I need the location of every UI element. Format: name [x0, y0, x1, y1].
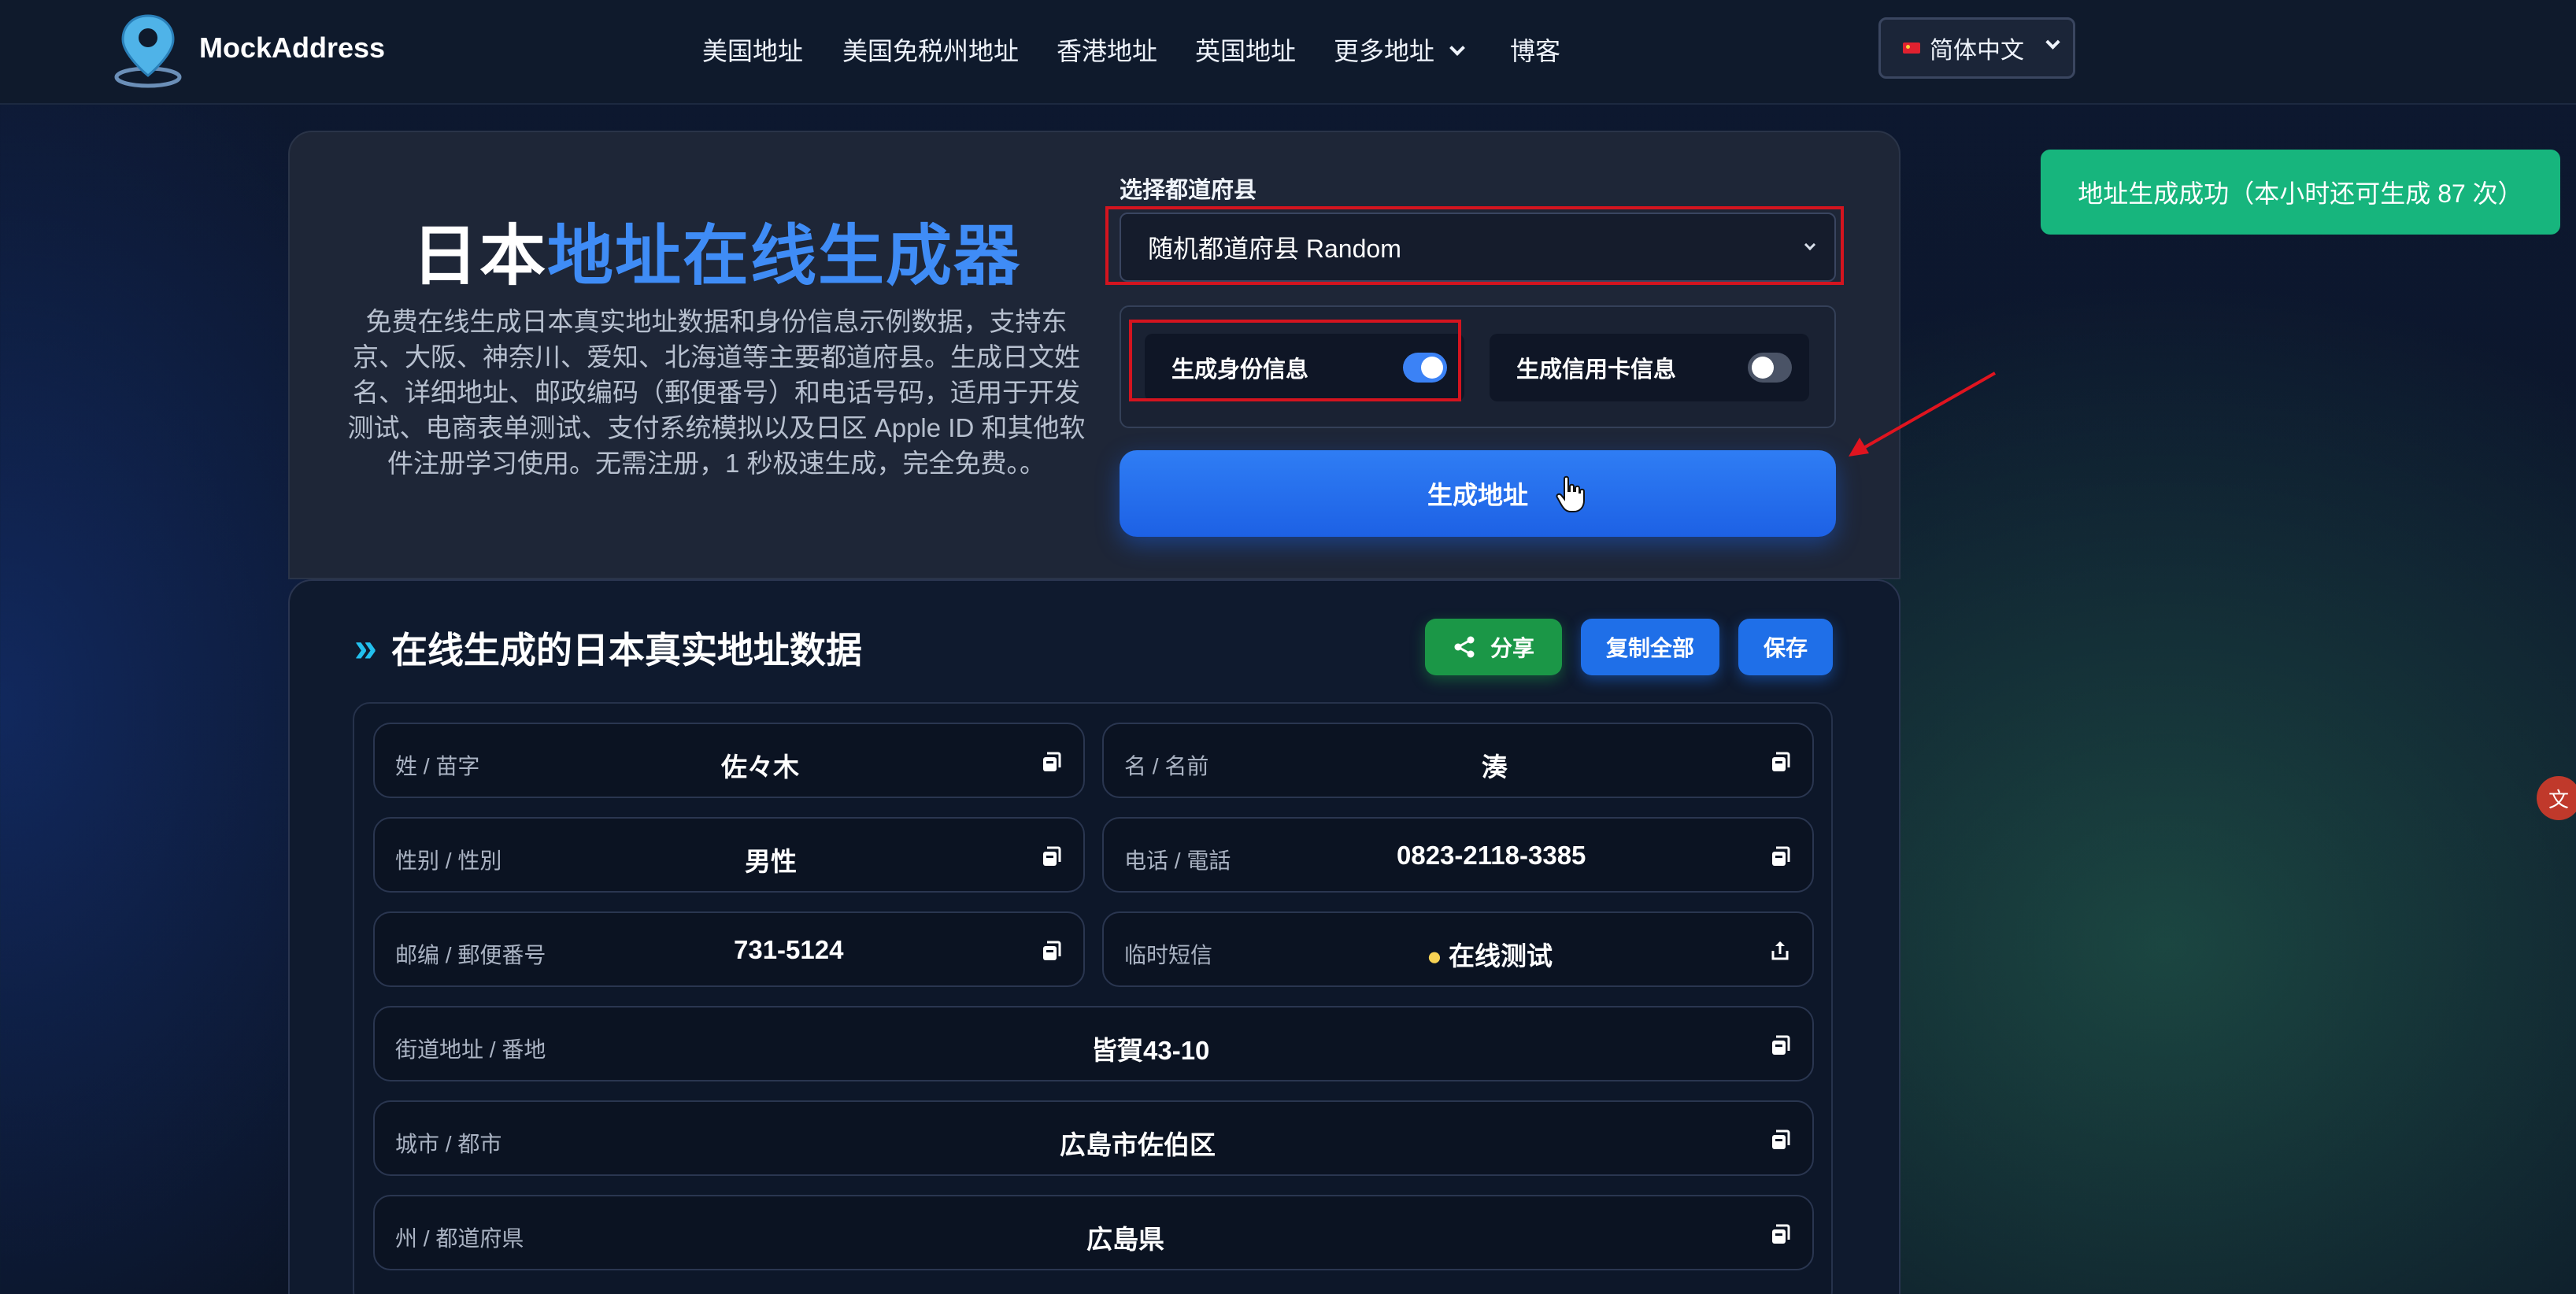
nav-link-blog[interactable]: 博客 — [1510, 31, 1560, 68]
field-street-address: 街道地址 / 番地 皆賀43-10 — [373, 1006, 1814, 1081]
brand-name[interactable]: MockAddress — [199, 31, 385, 65]
field-label: 临时短信 — [1124, 943, 1213, 967]
results-title: 在线生成的日本真实地址数据 — [390, 630, 862, 671]
temp-sms-link[interactable]: ● 在线测试 — [1427, 935, 1553, 973]
field-given-name: 名 / 名前 湊 — [1102, 723, 1814, 798]
field-value[interactable]: 皆賀43-10 — [1091, 1030, 1209, 1067]
prefecture-select-label: 选择都道府县 — [1120, 178, 1257, 203]
options-panel: 生成身份信息 生成信用卡信息 — [1120, 305, 1836, 428]
prefecture-select[interactable]: 随机都道府县 Random — [1120, 213, 1836, 282]
copy-icon[interactable] — [1041, 751, 1061, 773]
field-value: 在线测试 — [1448, 941, 1553, 970]
field-value[interactable]: 湊 — [1482, 746, 1508, 784]
switch-knob — [1421, 357, 1443, 379]
translate-extension-icon[interactable]: 文 — [2537, 776, 2576, 820]
field-value[interactable]: 佐々木 — [721, 746, 799, 784]
copy-icon[interactable] — [1770, 751, 1790, 773]
share-button[interactable]: 分享 — [1425, 619, 1562, 675]
language-label: 简体中文 — [1930, 38, 2024, 64]
field-label: 街道地址 / 番地 — [395, 1037, 546, 1062]
nav-more-label: 更多地址 — [1334, 37, 1435, 65]
title-part-japan: 日本 — [411, 219, 547, 293]
share-icon — [1454, 636, 1475, 658]
page-title: 日本地址在线生成器 — [288, 203, 1145, 298]
field-surname: 姓 / 苗字 佐々木 — [373, 723, 1085, 798]
field-label: 电话 / 電話 — [1124, 848, 1231, 873]
field-city: 城市 / 都市 広島市佐伯区 — [373, 1100, 1814, 1176]
results-heading: » 在线生成的日本真实地址数据 — [354, 622, 862, 674]
copy-icon[interactable] — [1041, 940, 1061, 962]
address-fields-panel: 姓 / 苗字 佐々木 名 / 名前 湊 性别 / 性別 男性 电话 / 電話 0… — [353, 702, 1833, 1294]
field-label: 名 / 名前 — [1124, 754, 1209, 778]
toggle-credit-card-info[interactable]: 生成信用卡信息 — [1490, 334, 1809, 401]
field-label: 州 / 都道府県 — [395, 1226, 524, 1251]
copy-icon[interactable] — [1770, 845, 1790, 867]
chevron-down-icon — [2045, 34, 2060, 50]
nav-link-us-taxfree-address[interactable]: 美国免税州地址 — [842, 31, 1019, 68]
field-phone: 电话 / 電話 0823-2118-3385 — [1102, 817, 1814, 893]
nav-link-us-address[interactable]: 美国地址 — [702, 31, 803, 68]
field-postal-code: 邮编 / 郵便番号 731-5124 — [373, 911, 1085, 987]
toggle-identity-label: 生成身份信息 — [1171, 357, 1309, 383]
toggle-identity-info[interactable]: 生成身份信息 — [1145, 334, 1464, 401]
chevron-down-icon — [1804, 238, 1816, 251]
share-label: 分享 — [1490, 636, 1534, 660]
field-value[interactable]: 731-5124 — [734, 935, 843, 965]
toggle-card-label: 生成信用卡信息 — [1516, 357, 1677, 383]
nav-link-uk-address[interactable]: 英国地址 — [1195, 31, 1296, 68]
copy-icon[interactable] — [1770, 1223, 1790, 1245]
double-chevron-icon: » — [354, 625, 377, 671]
field-prefecture: 州 / 都道府県 広島県 — [373, 1195, 1814, 1270]
map-pin-logo-icon[interactable] — [110, 9, 186, 88]
copy-icon[interactable] — [1041, 845, 1061, 867]
nav-link-more-addresses[interactable]: 更多地址 — [1334, 31, 1465, 68]
prefecture-select-value: 随机都道府县 Random — [1148, 235, 1401, 263]
copy-icon[interactable] — [1770, 1034, 1790, 1056]
field-value[interactable]: 0823-2118-3385 — [1397, 841, 1586, 871]
identity-switch[interactable] — [1403, 353, 1447, 383]
copy-all-button[interactable]: 复制全部 — [1581, 619, 1719, 675]
field-value[interactable]: 男性 — [745, 841, 797, 878]
success-toast: 地址生成成功（本小时还可生成 87 次） — [2041, 150, 2560, 235]
generate-address-button[interactable]: 生成地址 — [1120, 450, 1836, 537]
copy-icon[interactable] — [1770, 1129, 1790, 1151]
china-flag-icon — [1903, 43, 1920, 54]
field-label: 性别 / 性別 — [395, 848, 502, 873]
top-navbar: MockAddress 美国地址 美国免税州地址 香港地址 英国地址 更多地址 … — [0, 0, 2576, 105]
field-value[interactable]: 広島市佐伯区 — [1060, 1124, 1216, 1162]
chevron-down-icon — [1449, 40, 1465, 56]
annotation-arrow-icon — [1849, 372, 1996, 457]
field-gender: 性别 / 性別 男性 — [373, 817, 1085, 893]
credit-card-switch[interactable] — [1748, 353, 1792, 383]
field-value[interactable]: 広島県 — [1086, 1218, 1164, 1256]
lightbulb-icon: ● — [1427, 941, 1442, 970]
field-temp-sms: 临时短信 ● 在线测试 — [1102, 911, 1814, 987]
save-button[interactable]: 保存 — [1738, 619, 1833, 675]
page-description: 免费在线生成日本真实地址数据和身份信息示例数据，支持东京、大阪、神奈川、爱知、北… — [347, 307, 1086, 478]
field-label: 邮编 / 郵便番号 — [395, 943, 546, 967]
language-selector[interactable]: 简体中文 — [1878, 17, 2075, 79]
nav-link-hk-address[interactable]: 香港地址 — [1057, 31, 1157, 68]
external-link-icon[interactable] — [1770, 940, 1790, 962]
switch-knob — [1752, 357, 1774, 379]
title-part-generator: 地址在线生成器 — [547, 219, 1022, 293]
field-label: 城市 / 都市 — [395, 1132, 502, 1156]
field-label: 姓 / 苗字 — [395, 754, 480, 778]
hand-cursor-icon — [1556, 475, 1585, 512]
